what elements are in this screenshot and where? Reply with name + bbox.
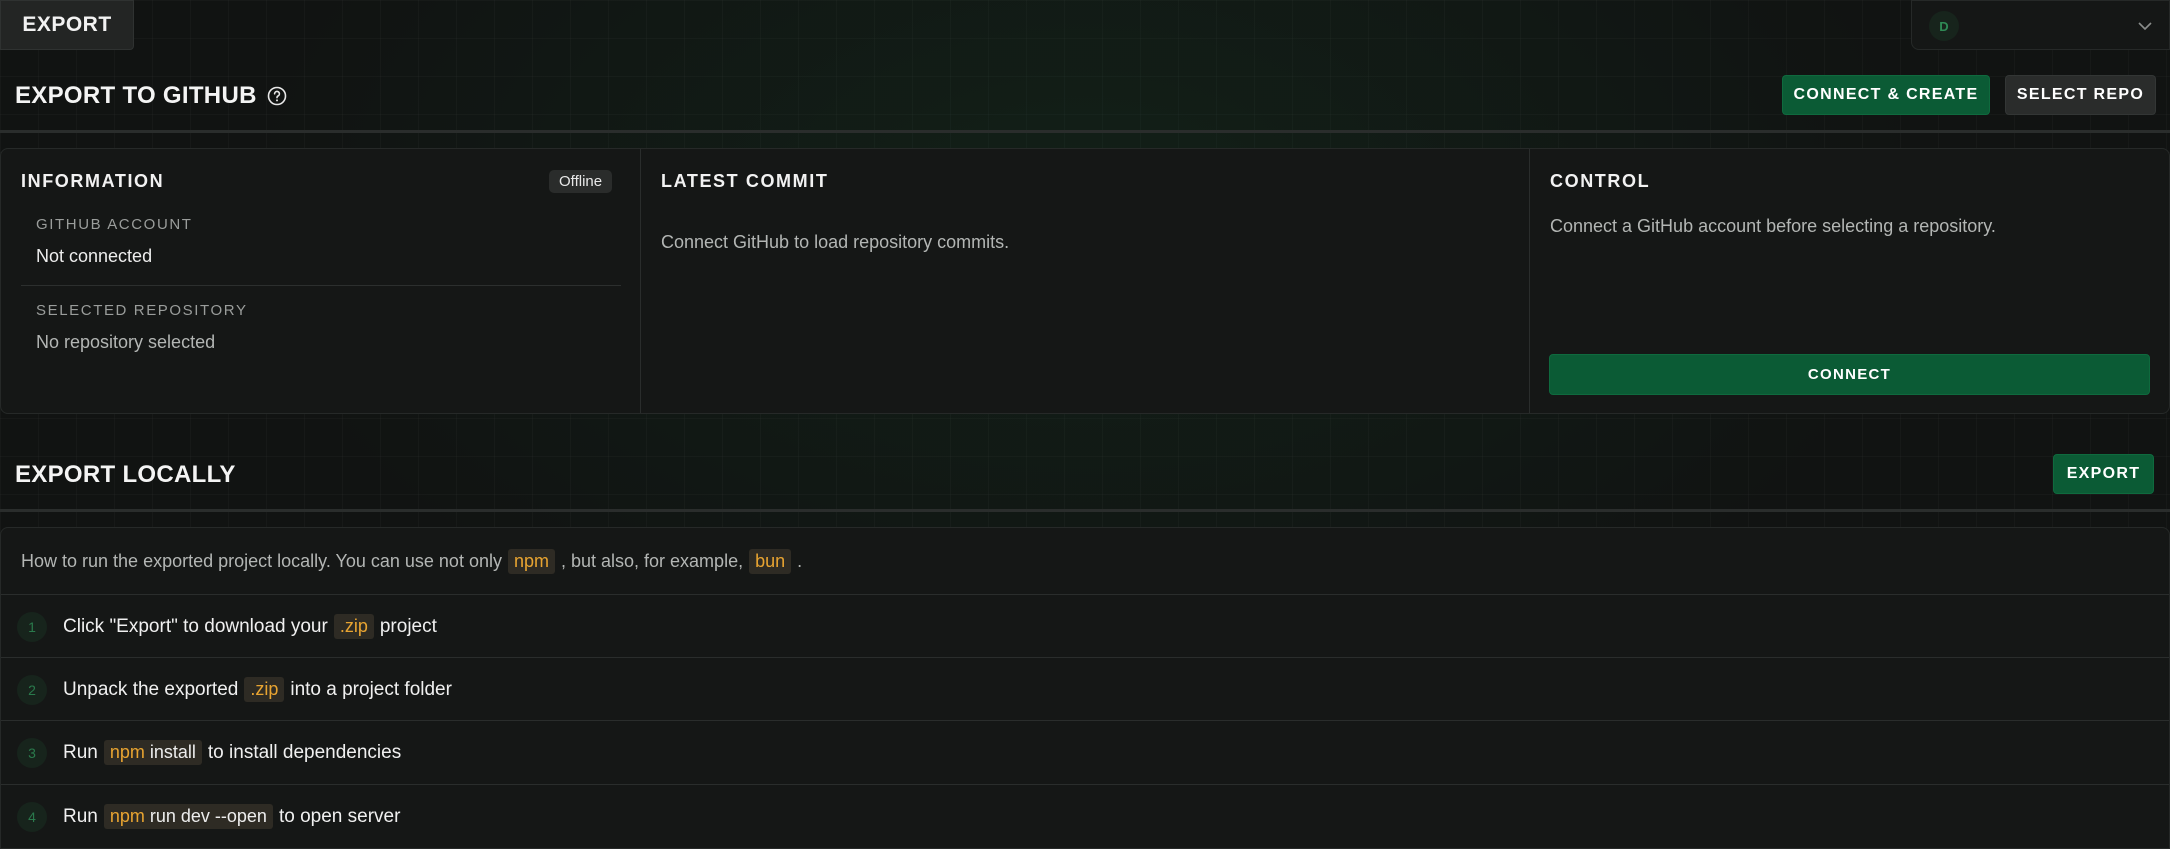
information-title: INFORMATION xyxy=(21,171,165,191)
step-text: Run npm run dev --open to open server xyxy=(63,804,400,829)
step-code-keyword: .zip xyxy=(250,679,279,699)
step-post: to install dependencies xyxy=(207,741,402,763)
step-text: Unpack the exported .zip into a project … xyxy=(63,677,452,702)
selected-repo-value: No repository selected xyxy=(36,332,216,352)
intro-text: . xyxy=(797,550,803,571)
avatar: D xyxy=(1929,11,1959,41)
intro-text: , but also, for example, xyxy=(560,550,744,571)
column-divider xyxy=(640,149,641,413)
section-divider xyxy=(0,509,2170,512)
step-code-rest: run dev --open xyxy=(144,806,267,826)
github-account-value: Not connected xyxy=(36,246,153,266)
column-divider xyxy=(1529,149,1530,413)
step-code-keyword: .zip xyxy=(339,616,368,636)
account-selector[interactable]: D xyxy=(1911,0,2170,50)
step-post: into a project folder xyxy=(290,678,452,700)
selected-repo-label: SELECTED REPOSITORY xyxy=(36,302,248,319)
step-code: .zip xyxy=(333,614,374,639)
step-pre: Run xyxy=(63,741,98,763)
latest-commit-title: LATEST COMMIT xyxy=(661,171,829,191)
step-pre: Click "Export" to download your xyxy=(63,615,328,637)
export-tab[interactable]: EXPORT xyxy=(0,0,134,50)
select-repo-button[interactable]: SELECT REPO xyxy=(2005,75,2156,115)
github-account-label: GITHUB ACCOUNT xyxy=(36,216,193,233)
local-section-title: EXPORT LOCALLY xyxy=(15,457,236,493)
status-badge: Offline xyxy=(549,170,613,193)
step-post: to open server xyxy=(278,805,401,827)
github-section-title: EXPORT TO GITHUB xyxy=(15,78,287,114)
step-pre: Run xyxy=(63,805,98,827)
local-intro: How to run the exported project locally.… xyxy=(21,546,802,576)
step-code-rest: install xyxy=(144,742,196,762)
step-number: 1 xyxy=(17,611,47,642)
export-button[interactable]: EXPORT xyxy=(2053,454,2154,494)
control-title: CONTROL xyxy=(1550,171,1651,191)
section-divider xyxy=(0,130,2170,133)
latest-commit-message: Connect GitHub to load repository commit… xyxy=(661,232,1010,252)
step-code-keyword: npm xyxy=(109,742,145,762)
info-divider xyxy=(21,285,621,286)
bun-keyword: bun xyxy=(755,550,786,571)
control-message: Connect a GitHub account before selectin… xyxy=(1550,216,1996,236)
step-row: 2 Unpack the exported .zip into a projec… xyxy=(1,657,2169,721)
step-row: 3 Run npm install to install dependencie… xyxy=(1,720,2169,784)
intro-text: How to run the exported project locally.… xyxy=(21,550,502,571)
github-title-text: EXPORT TO GITHUB xyxy=(15,82,257,109)
step-post: project xyxy=(379,615,437,637)
local-title-text: EXPORT LOCALLY xyxy=(15,461,236,488)
help-icon[interactable] xyxy=(267,86,287,106)
step-code-keyword: npm xyxy=(109,806,145,826)
step-code: npm install xyxy=(103,740,202,765)
step-row: 1 Click "Export" to download your .zip p… xyxy=(1,594,2169,658)
step-code: npm run dev --open xyxy=(103,804,273,829)
step-code: .zip xyxy=(244,677,285,702)
step-number: 4 xyxy=(17,801,47,832)
step-text: Run npm install to install dependencies xyxy=(63,740,401,765)
bun-code: bun xyxy=(749,548,792,574)
npm-keyword: npm xyxy=(513,550,549,571)
step-row: 4 Run npm run dev --open to open server xyxy=(1,784,2169,848)
github-panel: INFORMATION Offline GITHUB ACCOUNT Not c… xyxy=(0,148,2170,414)
step-text: Click "Export" to download your .zip pro… xyxy=(63,614,437,639)
step-pre: Unpack the exported xyxy=(63,678,239,700)
local-panel: How to run the exported project locally.… xyxy=(0,527,2170,849)
step-number: 2 xyxy=(17,674,47,705)
connect-create-button[interactable]: CONNECT & CREATE xyxy=(1782,75,1990,115)
step-number: 3 xyxy=(17,737,47,768)
connect-button[interactable]: CONNECT xyxy=(1549,354,2150,395)
npm-code: npm xyxy=(507,548,555,574)
chevron-down-icon xyxy=(2138,22,2152,31)
